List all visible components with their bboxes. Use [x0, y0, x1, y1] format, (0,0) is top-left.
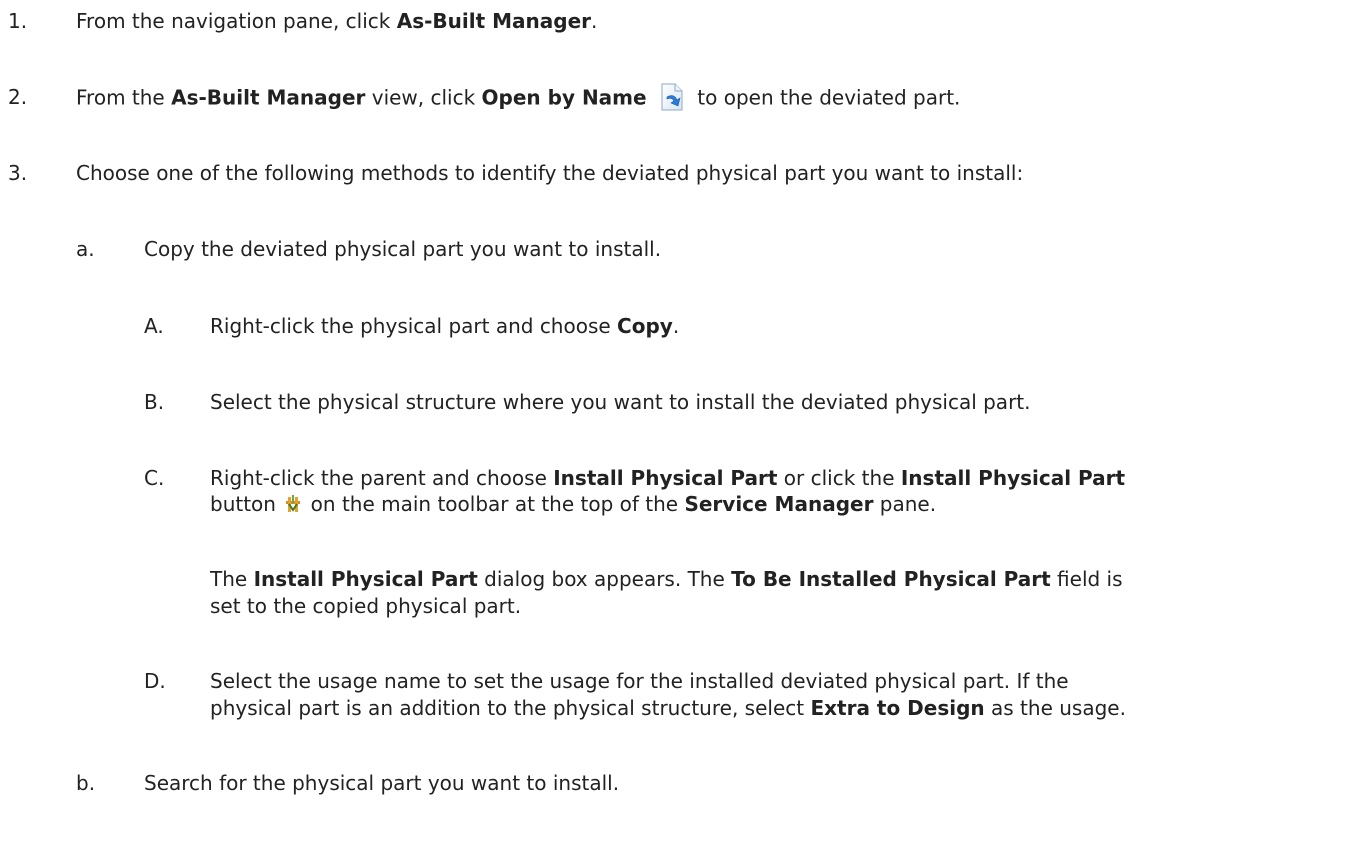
- extra-to-design-term: Extra to Design: [810, 696, 985, 720]
- subsubstep-text: Select the physical structure where you …: [210, 390, 1031, 414]
- subsubstep-text: Select the usage name to set the usage f…: [210, 669, 1069, 693]
- subsubstep-note: The Install Physical Part dialog box app…: [210, 567, 1123, 591]
- open-by-name-icon: [657, 82, 687, 112]
- install-physical-part-icon: [283, 494, 303, 514]
- install-physical-part-term: Install Physical Part: [253, 567, 478, 591]
- subsubstep-note-cont: set to the copied physical part.: [210, 594, 522, 618]
- substep-marker: b.: [76, 771, 96, 795]
- step-marker: 3.: [8, 161, 28, 185]
- as-built-manager-term: As-Built Manager: [396, 9, 592, 33]
- copy-term: Copy: [617, 314, 673, 338]
- step-marker: 1.: [8, 9, 28, 33]
- substep-text: Copy the deviated physical part you want…: [144, 237, 662, 261]
- substep-text: Search for the physical part you want to…: [144, 771, 620, 795]
- as-built-manager-term: As-Built Manager: [171, 85, 366, 110]
- subsubstep-marker: A.: [144, 314, 164, 338]
- subsubstep-marker: D.: [144, 669, 166, 693]
- subsubstep-text: Right-click the parent and choose Instal…: [210, 466, 1126, 490]
- step-text: From the As-Built Manager view, click Op…: [76, 82, 960, 114]
- subsubstep-marker: C.: [144, 466, 165, 490]
- install-physical-part-term: Install Physical Part: [900, 466, 1126, 490]
- subsubstep-text-cont: physical part is an addition to the phys…: [210, 696, 1126, 720]
- open-by-name-term: Open by Name: [481, 85, 647, 110]
- subsubstep-marker: B.: [144, 390, 165, 414]
- to-be-installed-physical-part-term: To Be Installed Physical Part: [731, 567, 1051, 591]
- subsubstep-text-cont: button on the main toolbar at the top of…: [210, 492, 937, 516]
- substep-marker: a.: [76, 237, 95, 261]
- step-marker: 2.: [8, 85, 28, 109]
- step-text: From the navigation pane, click As-Built…: [76, 9, 598, 33]
- install-physical-part-term: Install Physical Part: [553, 466, 778, 490]
- step-text: Choose one of the following methods to i…: [76, 161, 1024, 185]
- service-manager-term: Service Manager: [684, 492, 874, 516]
- subsubstep-text: Right-click the physical part and choose…: [210, 314, 680, 338]
